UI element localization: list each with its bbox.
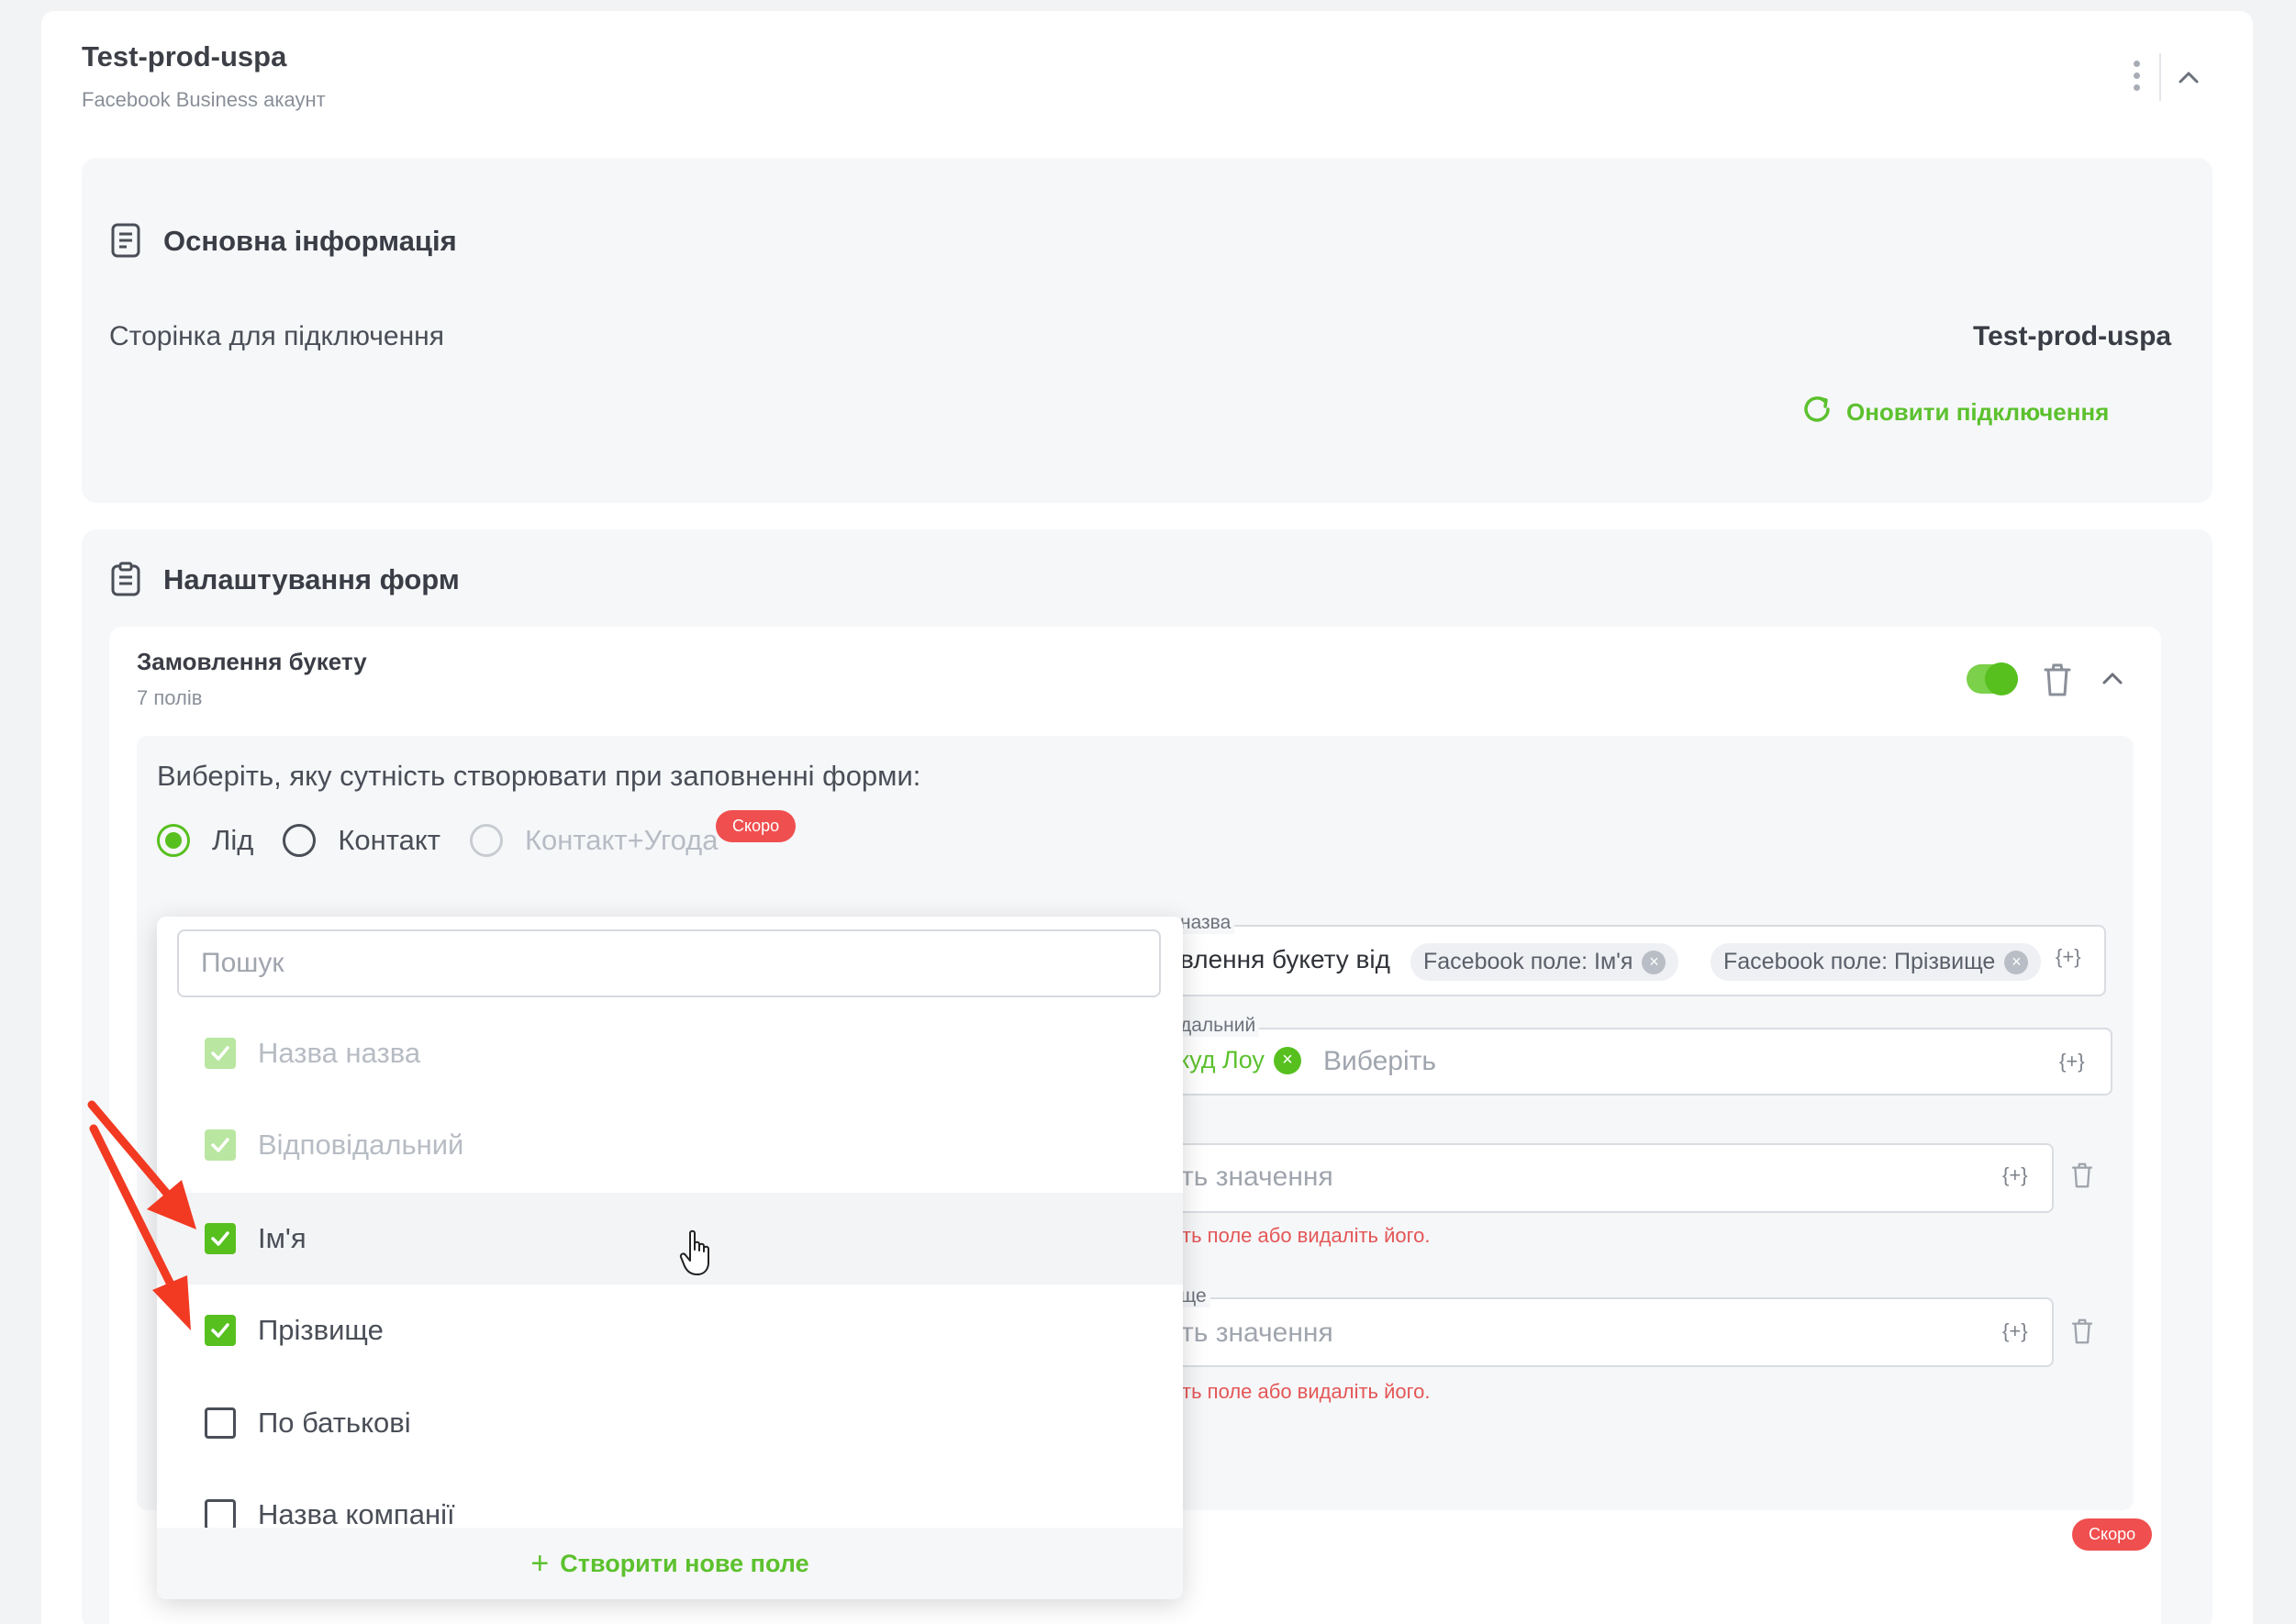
option-label: Ім'я: [258, 1222, 307, 1254]
name-chip-firstname: Facebook поле: Ім'я ×: [1410, 943, 1679, 981]
radio-contact-deal-label: Контакт+Угода: [524, 824, 719, 856]
lead-name-text: влення букету від: [1180, 945, 1390, 973]
lastname-value-placeholder: ть значення: [1181, 1318, 1333, 1348]
form-enabled-toggle[interactable]: [1967, 662, 2018, 695]
close-icon[interactable]: ×: [1642, 950, 1666, 974]
divider: [2159, 53, 2161, 101]
page-label: Сторінка для підключення: [109, 321, 444, 351]
insert-variable-button[interactable]: {+}: [2059, 1050, 2085, 1073]
form-title: Замовлення букету: [137, 648, 367, 675]
entity-radio-group: Лід Контакт Контакт+Угода: [157, 824, 748, 857]
radio-contact-label: Контакт: [338, 824, 440, 856]
account-title: Test-prod-uspa: [82, 40, 287, 72]
plus-icon: +: [530, 1545, 550, 1581]
radio-contact[interactable]: [283, 824, 317, 857]
kebab-icon[interactable]: [2127, 57, 2146, 101]
responsible-chip: куд Лоу ×: [1178, 1046, 1301, 1074]
name-chip-lastname: Facebook поле: Прізвище ×: [1711, 943, 2042, 981]
chevron-up-icon[interactable]: [2175, 64, 2202, 92]
close-icon[interactable]: ×: [1273, 1046, 1301, 1074]
refresh-connection-button[interactable]: Оновити підключення: [1800, 393, 2109, 432]
checkbox-unchecked[interactable]: [205, 1407, 236, 1439]
field-select-dropdown: Пошук Назва назва Відповідальний Ім'я Пр…: [157, 917, 1183, 1599]
search-input[interactable]: Пошук: [177, 929, 1161, 997]
annotation-arrow-icon: [73, 1092, 211, 1340]
lead-name-label: назва: [1176, 912, 1235, 934]
radio-lead-label: Лід: [212, 824, 254, 856]
account-subtitle: Facebook Business акаунт: [82, 88, 326, 111]
document-icon: [110, 223, 141, 258]
forms-settings-title: Налаштування форм: [163, 563, 460, 595]
option-responsible: Відповідальний: [157, 1099, 1183, 1191]
trash-icon[interactable]: [2070, 1162, 2094, 1189]
option-label: Назва компанії: [258, 1498, 455, 1530]
responsible-label: дальний: [1176, 1015, 1260, 1037]
insert-variable-button[interactable]: {+}: [2002, 1319, 2028, 1343]
responsible-placeholder: Виберіть: [1323, 1046, 1437, 1076]
hand-cursor-icon: [679, 1229, 716, 1277]
refresh-icon: [1800, 393, 1833, 432]
checkbox-checked-disabled: [205, 1038, 236, 1069]
page-value: Test-prod-uspa: [1973, 321, 2172, 351]
option-lastname[interactable]: Прізвище: [157, 1285, 1183, 1376]
form-field-count: 7 полів: [137, 686, 203, 709]
soon-badge: Скоро: [716, 810, 797, 842]
insert-variable-button[interactable]: {+}: [2002, 1163, 2028, 1187]
insert-variable-button[interactable]: {+}: [2056, 945, 2081, 969]
create-field-button[interactable]: + Створити нове поле: [157, 1528, 1183, 1599]
option-firstname[interactable]: Ім'я: [157, 1193, 1183, 1285]
option-patronymic[interactable]: По батькові: [157, 1377, 1183, 1469]
radio-lead[interactable]: [157, 824, 190, 857]
option-label: Відповідальний: [258, 1129, 464, 1161]
refresh-connection-label: Оновити підключення: [1846, 398, 2110, 426]
chip-label: Facebook поле: Ім'я: [1423, 949, 1633, 974]
close-icon[interactable]: ×: [2004, 950, 2029, 974]
option-label: Прізвище: [258, 1314, 384, 1346]
option-label: По батькові: [258, 1407, 411, 1439]
clipboard-icon: [110, 562, 141, 596]
basic-info-title: Основна інформація: [163, 225, 457, 257]
radio-contact-deal: [469, 824, 503, 857]
chevron-up-icon[interactable]: [2099, 665, 2126, 693]
create-field-label: Створити нове поле: [560, 1549, 809, 1577]
firstname-error: ть поле або видаліть його.: [1182, 1224, 1431, 1247]
checkbox-unchecked[interactable]: [205, 1499, 236, 1530]
entity-question: Виберіть, яку сутність створювати при за…: [157, 760, 921, 792]
option-label: Назва назва: [258, 1037, 421, 1069]
option-title: Назва назва: [157, 1007, 1183, 1099]
lastname-error: ть поле або видаліть його.: [1182, 1380, 1431, 1403]
firstname-value-placeholder: ть значення: [1181, 1162, 1333, 1192]
trash-icon[interactable]: [2070, 1318, 2094, 1345]
chip-label: куд Лоу: [1178, 1046, 1265, 1073]
soon-badge: Скоро: [2072, 1518, 2153, 1551]
trash-icon[interactable]: [2042, 662, 2073, 697]
chip-label: Facebook поле: Прізвище: [1723, 949, 1996, 974]
